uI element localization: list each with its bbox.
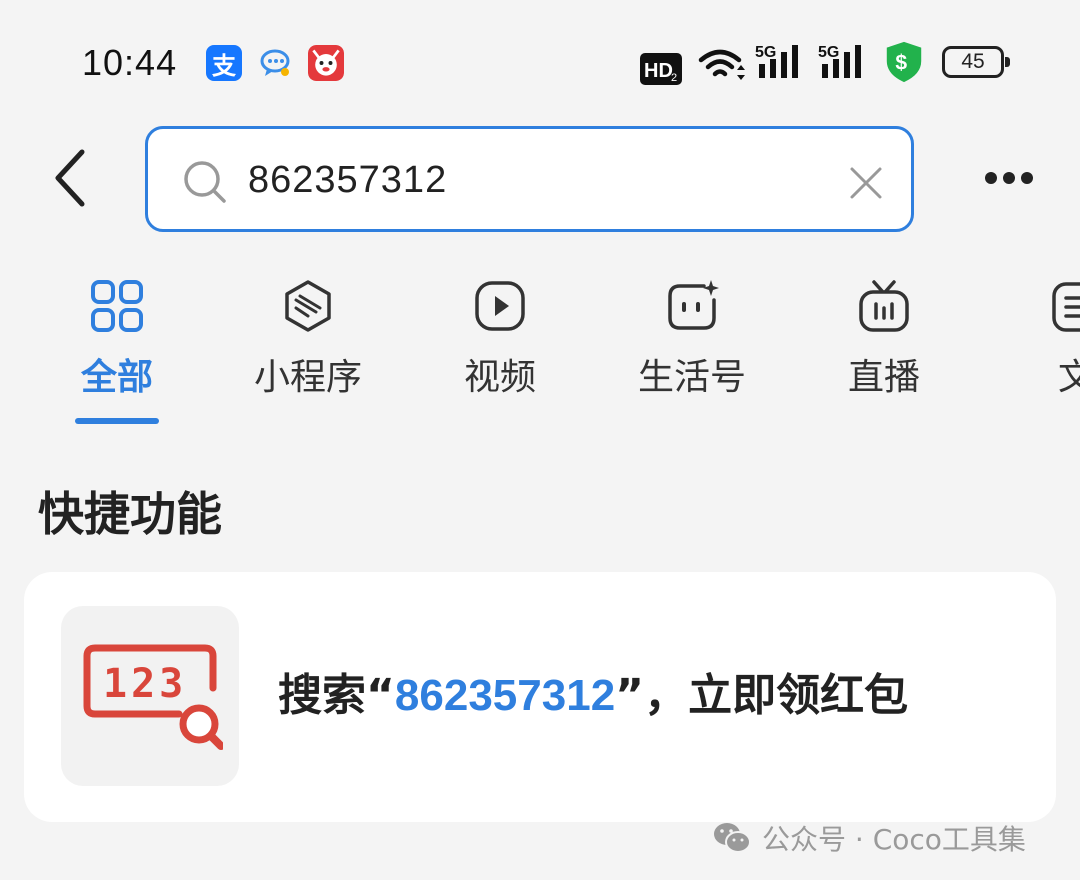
wechat-icon	[714, 823, 751, 853]
security-shield-icon: $	[886, 41, 922, 83]
section-title: 快捷功能	[38, 487, 222, 541]
tab-label: 视频	[463, 357, 536, 398]
tab-all[interactable]: 全部	[22, 268, 212, 428]
svg-text:HD: HD	[644, 60, 673, 82]
signal-5g-icon: 5G	[818, 44, 861, 78]
svg-text:5G: 5G	[818, 44, 839, 61]
tab-mini-program[interactable]: 小程序	[213, 268, 403, 428]
live-tv-icon	[859, 280, 909, 332]
grid-icon	[91, 280, 143, 332]
card-text: 搜索“862357312”，立即领红包	[278, 666, 908, 726]
tab-article[interactable]: 文	[981, 268, 1080, 428]
tab-label: 小程序	[253, 357, 362, 398]
article-icon	[1052, 282, 1080, 332]
watermark-text: 公众号 · Coco工具集	[762, 823, 1026, 856]
active-tab-indicator	[75, 418, 159, 424]
svg-text:5G: 5G	[755, 44, 776, 61]
more-dots-icon[interactable]	[982, 160, 1036, 196]
wifi-icon	[698, 49, 745, 80]
chat-bubble-icon	[260, 49, 290, 76]
tab-label: 文	[1057, 357, 1080, 398]
status-time: 10:44	[82, 42, 178, 83]
back-button[interactable]	[44, 142, 104, 214]
life-account-icon	[668, 280, 719, 330]
card-text-prefix: 搜索“	[278, 670, 395, 721]
tab-life-account[interactable]: 生活号	[597, 268, 787, 428]
tab-label: 全部	[80, 357, 153, 398]
tab-label: 直播	[847, 357, 920, 398]
svg-text:2: 2	[671, 72, 677, 84]
play-icon	[475, 281, 525, 331]
status-bar: 10:44 支 HD 2 5G 5G $ 45	[0, 0, 1080, 120]
watermark: 公众号 · Coco工具集	[712, 818, 1026, 858]
svg-text:123: 123	[103, 661, 187, 707]
close-icon[interactable]	[846, 163, 886, 203]
number-search-icon: 123	[83, 644, 223, 750]
card-icon-container: 123	[61, 606, 239, 786]
card-keyword: 862357312	[394, 671, 616, 720]
jd-mascot-icon	[308, 45, 344, 81]
svg-text:$: $	[895, 52, 907, 75]
red-packet-search-card[interactable]: 123 搜索“862357312”，立即领红包	[24, 572, 1056, 822]
tab-video[interactable]: 视频	[405, 268, 595, 428]
hd-voice-icon: HD 2	[640, 53, 682, 85]
signal-5g-icon: 5G	[755, 44, 798, 78]
alipay-icon: 支	[206, 45, 242, 81]
battery-icon: 45	[942, 46, 1010, 78]
search-input[interactable]: 862357312	[145, 126, 914, 232]
search-icon	[184, 161, 226, 203]
search-query-text[interactable]: 862357312	[248, 155, 447, 205]
category-tabs: 全部 小程序 视频 生活号 直播 文	[0, 268, 1080, 438]
tab-live[interactable]: 直播	[789, 268, 979, 428]
card-text-suffix: ”，立即领红包	[615, 670, 909, 721]
tab-label: 生活号	[637, 357, 746, 398]
mini-program-icon	[285, 280, 331, 332]
